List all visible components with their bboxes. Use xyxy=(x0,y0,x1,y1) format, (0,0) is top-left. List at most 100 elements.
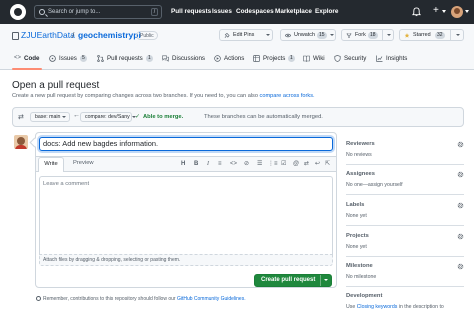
nav-codespaces[interactable]: Codespaces xyxy=(236,8,274,15)
tab-wiki[interactable]: Wiki xyxy=(303,54,327,64)
file-attachment-dropzone[interactable]: Attach files by dragging & dropping, sel… xyxy=(39,254,333,266)
merge-status: Able to merge. xyxy=(143,114,184,120)
sidebar-divider xyxy=(346,256,464,257)
repo-name-link[interactable]: geochemistrypi xyxy=(78,30,141,40)
starred-label: Starred xyxy=(413,32,431,38)
sidebar-divider xyxy=(346,164,464,165)
compare-across-forks-link[interactable]: compare across forks. xyxy=(260,93,315,99)
ordered-list-icon[interactable]: ⋮≡ xyxy=(268,160,278,168)
quote-icon[interactable]: ≡ xyxy=(218,160,222,168)
development-heading: Development xyxy=(346,293,383,299)
play-circle-icon xyxy=(214,55,221,62)
projects-gear-icon[interactable] xyxy=(457,233,464,240)
nav-explore[interactable]: Explore xyxy=(315,8,338,15)
repo-icon xyxy=(12,32,19,40)
nav-marketplace[interactable]: Marketplace xyxy=(275,8,312,15)
milestone-heading[interactable]: Milestone xyxy=(346,263,373,269)
compare-branch-select[interactable]: compare: dev/Sany xyxy=(80,112,136,122)
cross-reference-icon[interactable]: ⇄ xyxy=(304,160,309,168)
unordered-list-icon[interactable]: ☰ xyxy=(257,160,262,168)
edit-pins-label: Edit Pins xyxy=(233,32,255,38)
starred-button[interactable]: Starred 32 xyxy=(399,29,464,41)
repo-owner-link[interactable]: ZJUEarthData xyxy=(21,30,75,40)
labels-gear-icon[interactable] xyxy=(457,202,464,209)
closing-keywords-link[interactable]: Closing keywords xyxy=(357,304,398,310)
projects-heading[interactable]: Projects xyxy=(346,233,369,239)
task-list-icon[interactable]: ☑ xyxy=(281,160,286,168)
tab-preview[interactable]: Preview xyxy=(73,160,94,166)
github-logo-icon[interactable] xyxy=(10,4,26,20)
create-new-plus-icon[interactable]: + xyxy=(433,6,439,16)
user-avatar[interactable] xyxy=(451,6,463,18)
assignees-value[interactable]: No one—assign yourself xyxy=(346,182,403,188)
edit-pins-dropdown-icon xyxy=(266,34,270,36)
pr-title-input[interactable]: docs: Add new bagdes information. xyxy=(39,137,333,151)
create-pr-dropdown-icon[interactable] xyxy=(324,279,328,281)
notifications-bell-icon[interactable] xyxy=(412,7,421,17)
page-subtitle-text: Create a new pull request by comparing c… xyxy=(12,93,258,99)
development-text: Use xyxy=(346,304,356,310)
reviewers-value: No reviews xyxy=(346,152,372,158)
assignees-gear-icon[interactable] xyxy=(457,171,464,178)
page-title: Open a pull request xyxy=(12,80,100,91)
tab-wiki-label: Wiki xyxy=(313,55,325,62)
comment-placeholder: Leave a comment xyxy=(43,181,90,187)
create-pull-request-button[interactable]: Create pull request xyxy=(254,274,332,287)
user-menu-dropdown-icon[interactable] xyxy=(465,10,469,13)
tab-issues-count: 5 xyxy=(80,55,87,62)
create-pull-request-label: Create pull request xyxy=(261,277,316,283)
fullscreen-icon[interactable]: ⇱ xyxy=(325,160,330,168)
search-icon xyxy=(39,9,45,15)
unwatch-button[interactable]: Unwatch 15 xyxy=(280,29,336,41)
git-pull-request-icon xyxy=(97,55,104,62)
slash-shortcut-key: / xyxy=(151,8,158,16)
nav-pull-requests[interactable]: Pull requests xyxy=(171,8,211,15)
star-list-dropdown-icon[interactable] xyxy=(456,34,460,36)
tab-write[interactable]: Write xyxy=(38,157,64,172)
tab-code[interactable]: <> Code xyxy=(14,54,42,64)
tab-insights-label: Insights xyxy=(386,55,408,62)
fork-button[interactable]: Fork 18 xyxy=(341,29,394,41)
base-branch-select[interactable]: base: main xyxy=(30,112,70,122)
reviewers-heading[interactable]: Reviewers xyxy=(346,141,375,147)
code-icon: <> xyxy=(14,55,22,61)
edit-pins-button[interactable]: Edit Pins xyxy=(219,29,273,41)
tab-issues-label: Issues xyxy=(59,55,77,62)
check-icon: ✓ xyxy=(135,114,141,120)
create-new-dropdown-icon[interactable] xyxy=(442,10,446,13)
sidebar-divider xyxy=(346,194,464,195)
pr-body-textarea[interactable]: Leave a comment xyxy=(39,176,333,254)
attach-files-text: Attach files by dragging & dropping, sel… xyxy=(43,257,181,263)
git-compare-icon: ⇄ xyxy=(18,114,24,121)
community-guidelines-link[interactable]: GitHub Community Guidelines. xyxy=(177,296,246,302)
tab-insights[interactable]: Insights xyxy=(376,54,410,64)
reviewers-gear-icon[interactable] xyxy=(457,141,464,148)
saved-reply-icon[interactable]: ↩ xyxy=(315,160,320,168)
search-input[interactable]: Search or jump to... / xyxy=(34,5,162,19)
tab-code-label: Code xyxy=(24,55,40,62)
search-placeholder: Search or jump to... xyxy=(48,9,101,15)
milestone-gear-icon[interactable] xyxy=(457,263,464,270)
code-icon[interactable]: <> xyxy=(230,160,237,168)
tab-projects[interactable]: Projects 1 xyxy=(253,54,296,64)
assignees-heading[interactable]: Assignees xyxy=(346,171,375,177)
labels-heading[interactable]: Labels xyxy=(346,202,364,208)
tab-pull-requests[interactable]: Pull requests 1 xyxy=(97,54,157,64)
fork-dropdown-icon[interactable] xyxy=(387,34,391,36)
tab-discussions[interactable]: Discussions xyxy=(162,54,207,64)
bold-icon[interactable]: B xyxy=(194,160,198,168)
tab-security-label: Security xyxy=(344,55,367,62)
book-icon xyxy=(303,55,310,62)
tab-actions[interactable]: Actions xyxy=(214,54,246,64)
italic-icon[interactable]: I xyxy=(207,160,209,168)
pin-icon xyxy=(224,33,230,38)
mention-icon[interactable]: @ xyxy=(293,160,299,168)
link-icon[interactable]: ⊘ xyxy=(244,160,249,168)
tab-issues[interactable]: Issues 5 xyxy=(49,54,89,64)
tab-security[interactable]: Security xyxy=(334,54,369,64)
nav-issues[interactable]: Issues xyxy=(212,8,232,15)
author-avatar[interactable] xyxy=(14,135,28,149)
heading-icon[interactable]: H xyxy=(181,160,185,168)
merge-status-description: These branches can be automatically merg… xyxy=(204,114,323,120)
fork-label: Fork xyxy=(355,32,366,38)
